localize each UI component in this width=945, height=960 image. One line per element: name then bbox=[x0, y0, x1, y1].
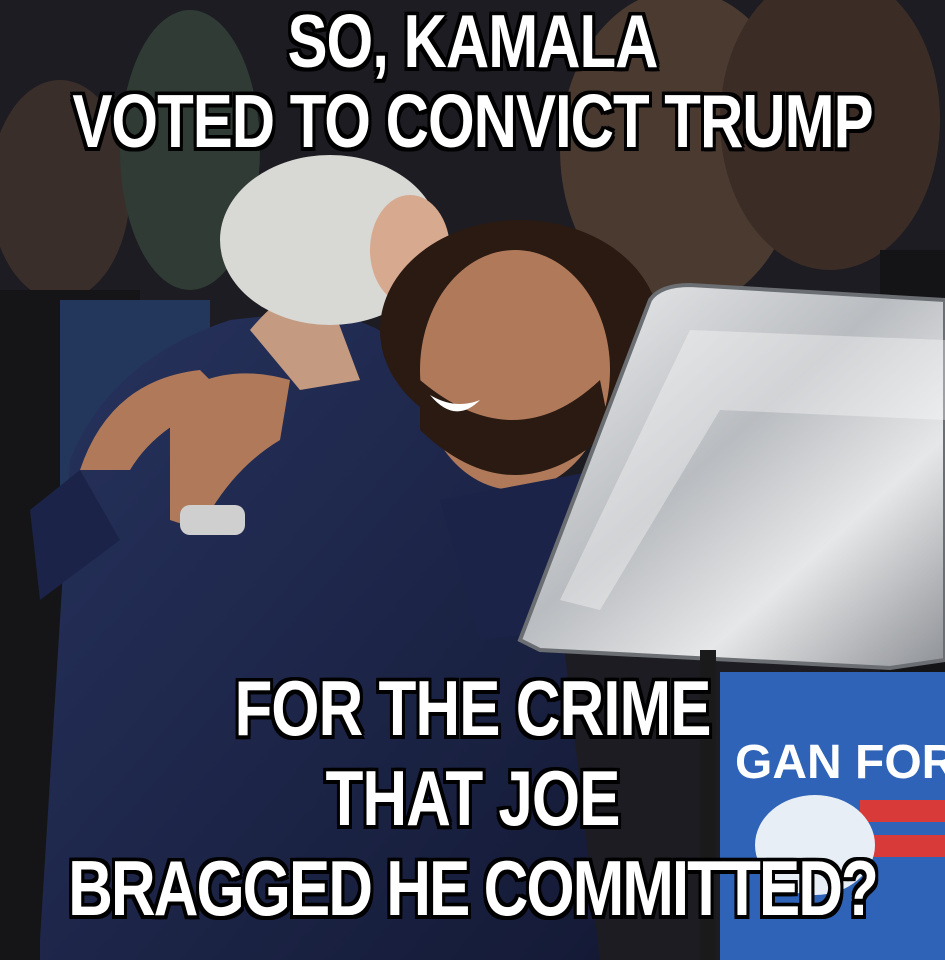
bottom-caption-line-1: FOR THE CRIME bbox=[234, 666, 711, 753]
bottom-caption-line-2: THAT JOE bbox=[325, 756, 621, 843]
meme-image: GAN FOR SO, KAMALA VOTED TO CONVICT TRUM… bbox=[0, 0, 945, 960]
top-caption-line-1: SO, KAMALA bbox=[287, 0, 659, 84]
top-caption: SO, KAMALA VOTED TO CONVICT TRUMP bbox=[0, 0, 945, 164]
top-caption-line-2: VOTED TO CONVICT TRUMP bbox=[72, 79, 873, 164]
bottom-caption: FOR THE CRIME THAT JOE BRAGGED HE COMMIT… bbox=[0, 665, 945, 935]
bottom-caption-line-3: BRAGGED HE COMMITTED? bbox=[68, 846, 879, 933]
